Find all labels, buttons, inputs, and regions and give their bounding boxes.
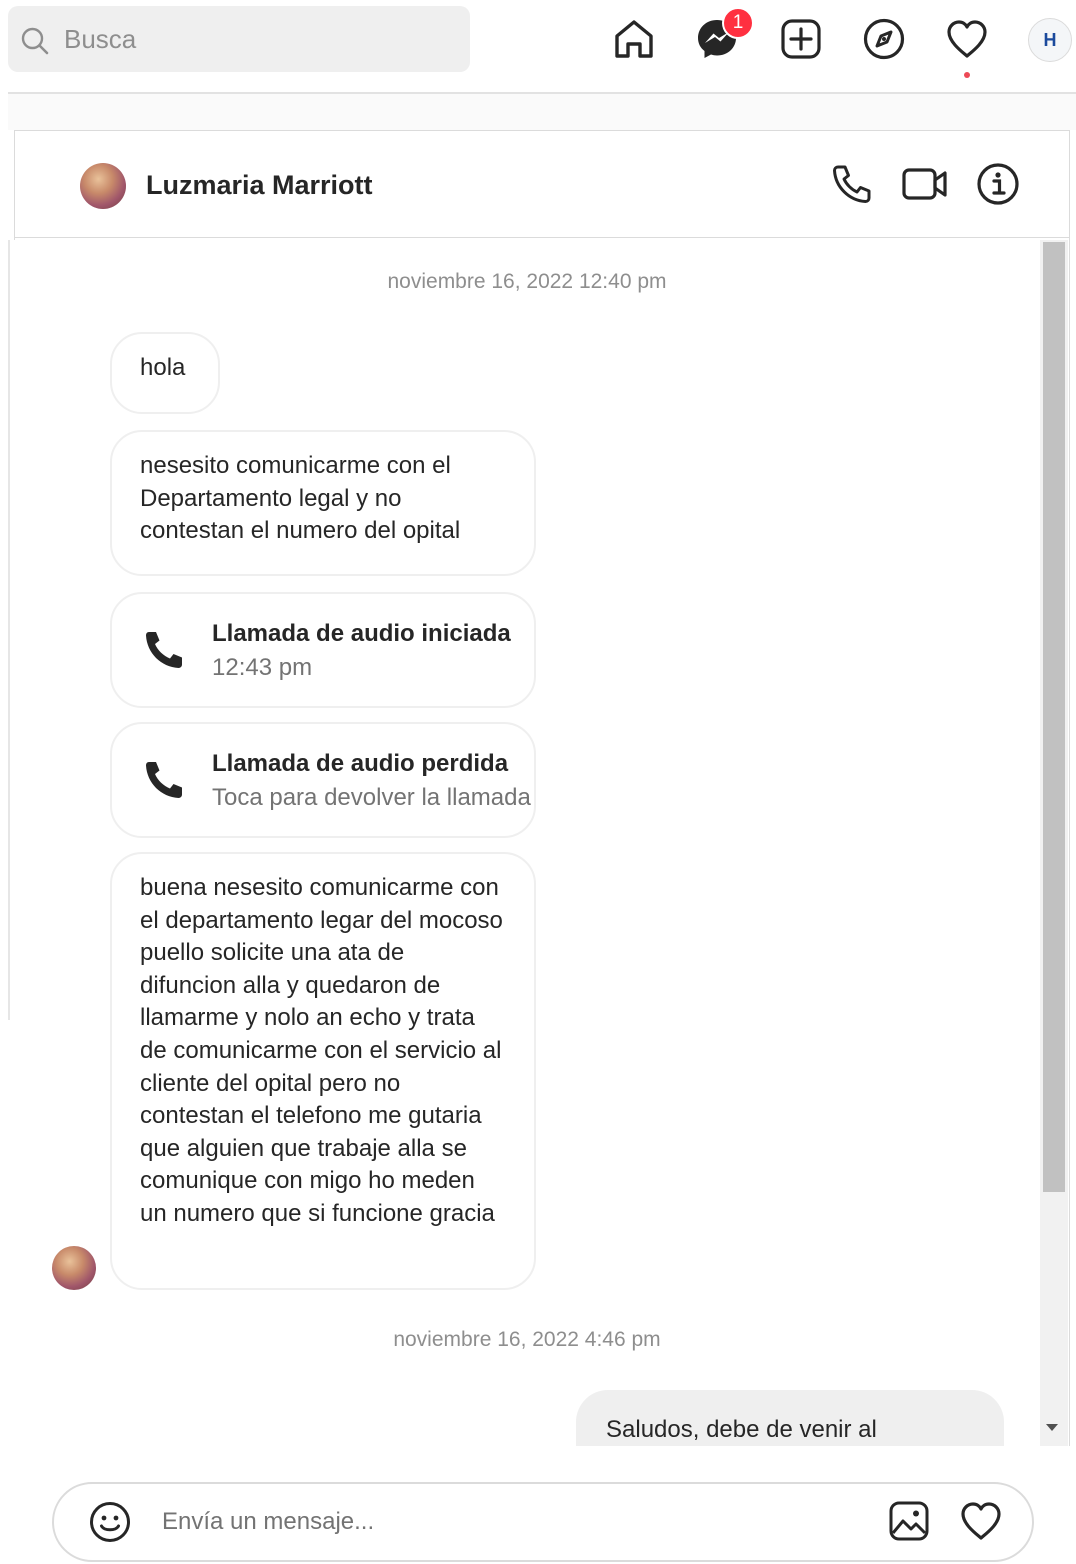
message-text: nesesito comunicarme con el Departamento… [140,452,461,545]
heart-icon[interactable] [944,16,990,62]
home-icon[interactable] [611,16,657,62]
profile-initial: H [1043,29,1057,50]
phone-icon[interactable] [828,160,876,208]
contact-name[interactable]: Luzmaria Marriott [146,170,373,201]
search-icon [21,27,49,55]
phone-icon [146,632,182,668]
video-icon[interactable] [901,160,949,208]
call-time: 12:43 pm [212,654,313,681]
call-missed-message[interactable]: Llamada de audio perdida Toca para devol… [110,722,536,838]
received-message[interactable]: hola [110,332,220,414]
avatar[interactable] [80,163,126,209]
search-input[interactable] [64,22,444,56]
message-text: hola [140,354,186,381]
messenger-badge: 1 [722,7,754,39]
background-strip [8,94,1076,130]
heart-icon[interactable] [958,1498,1004,1544]
sent-message[interactable]: Saludos, debe de venir al [576,1390,1004,1446]
scroll-down-arrow[interactable] [1046,1424,1058,1431]
timestamp: noviembre 16, 2022 12:40 pm [387,270,667,293]
explore-icon[interactable] [861,16,907,62]
chat-header: Luzmaria Marriott [14,130,1070,238]
info-icon[interactable] [974,160,1022,208]
call-title: Llamada de audio perdida [212,750,509,777]
received-message[interactable]: buena nesesito comunicarme con el depart… [110,852,536,1290]
message-input[interactable] [162,1504,852,1540]
message-text: buena nesesito comunicarme con el depart… [140,874,503,1227]
new-post-icon[interactable] [778,16,824,62]
avatar[interactable] [52,1246,96,1290]
image-upload-icon[interactable] [886,1498,932,1544]
call-title: Llamada de audio iniciada [212,620,511,647]
phone-icon [146,762,182,798]
received-message[interactable]: nesesito comunicarme con el Departamento… [110,430,536,576]
top-navigation-bar: 1 H [0,0,1076,92]
scrollbar-thumb[interactable] [1043,242,1065,1192]
sidebar-edge [8,240,10,1020]
message-text: Saludos, debe de venir al [606,1416,877,1443]
message-composer [52,1482,1034,1562]
notification-dot [964,72,970,78]
message-list[interactable]: noviembre 16, 2022 12:40 pm hola nesesit… [14,240,1040,1446]
timestamp: noviembre 16, 2022 4:46 pm [393,1328,661,1351]
profile-avatar[interactable]: H [1028,18,1072,62]
call-started-message[interactable]: Llamada de audio iniciada 12:43 pm [110,592,536,708]
emoji-icon[interactable] [88,1500,132,1544]
call-callback-hint[interactable]: Toca para devolver la llamada [212,784,531,812]
search-box[interactable] [8,6,470,72]
